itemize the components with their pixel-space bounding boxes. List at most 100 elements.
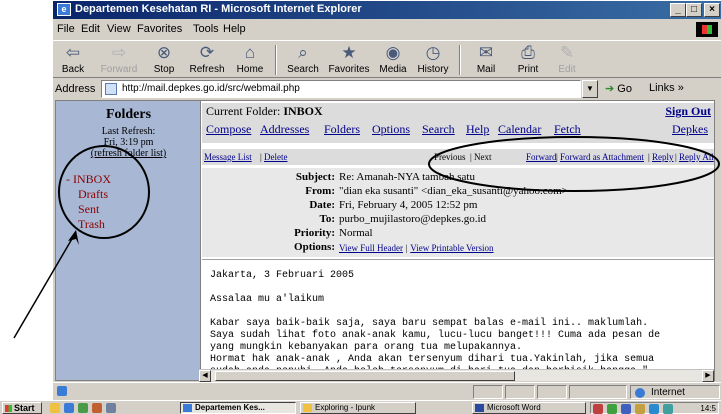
subject-value: Re: Amanah-NYA tambah satu [339,171,475,183]
nav-depkes[interactable]: Depkes [672,122,708,137]
menu-file[interactable]: File [57,23,75,35]
to-value: purbo_mujilastoro@depkes.go.id [339,213,487,225]
nav-search[interactable]: Search [422,122,455,137]
menu-help[interactable]: Help [223,23,246,35]
window-title: Departemen Kesehatan RI - Microsoft Inte… [75,3,362,15]
folder-trash[interactable]: Trash [78,217,105,232]
last-refresh-label: Last Refresh: [101,126,156,137]
globe-icon [635,388,645,398]
tray-icon[interactable] [621,404,631,414]
delete-link[interactable]: Delete [264,152,287,162]
history-button[interactable]: ◷ History [413,43,453,75]
forward-button[interactable]: ⇨ Forward [99,43,139,75]
stop-button[interactable]: ⊗ Stop [149,43,179,75]
body-line: Assalaa mu a'laikum [210,294,325,305]
folder-sidebar: Folders Last Refresh: Fri, 3:19 pm (refr… [56,101,201,380]
scroll-left-icon[interactable]: ◀ [199,370,211,382]
forward-attachment-link[interactable]: Forward as Attachment [560,152,644,162]
to-label: To: [319,213,336,225]
mail-button[interactable]: ✉ Mail [469,43,503,75]
quicklaunch-ie-icon[interactable] [64,403,74,413]
quicklaunch-desktop-icon[interactable] [50,403,60,413]
tray-icon[interactable] [593,404,603,414]
address-dropdown-icon[interactable]: ▼ [582,80,598,98]
quicklaunch-app-icon[interactable] [106,403,116,413]
folder-drafts[interactable]: Drafts [78,187,108,202]
tray-icon[interactable] [635,404,645,414]
address-input[interactable]: http://mail.depkes.go.id/src/webmail.php [101,80,581,98]
refresh-button[interactable]: ⟳ Refresh [187,43,227,75]
folder-inbox[interactable]: - INBOX [66,172,111,187]
message-frame: Current Folder: INBOX Sign Out Compose A… [202,101,714,380]
reply-link[interactable]: Reply [652,152,674,162]
menu-tools[interactable]: Tools [193,23,219,35]
media-button[interactable]: ◉ Media [377,43,409,75]
taskbar: Start Departemen Kes... Exploring - Ipun… [0,400,721,414]
print-button[interactable]: ⎙ Print [513,43,543,75]
start-button[interactable]: Start [2,402,42,414]
edit-button[interactable]: ✎ Edit [553,43,581,75]
title-bar[interactable]: e Departemen Kesehatan RI - Microsoft In… [53,1,721,19]
folder-header: Current Folder: INBOX Sign Out Compose A… [202,103,714,143]
message-headers: Subject: Re: Amanah-NYA tambah satu From… [202,167,714,257]
menu-view[interactable]: View [107,23,131,35]
menu-edit[interactable]: Edit [81,23,100,35]
nav-options[interactable]: Options [372,122,410,137]
security-zone: Internet [630,385,720,399]
address-url: http://mail.depkes.go.id/src/webmail.php [122,83,300,94]
address-bar: Address http://mail.depkes.go.id/src/web… [53,79,721,99]
task-exploring[interactable]: Exploring - Ipunk [300,402,416,414]
nav-compose[interactable]: Compose [206,122,251,137]
toolbar: ⇦ Back ⇨ Forward ⊗ Stop ⟳ Refresh ⌂ Home ⌕ Sea… [53,40,721,78]
windows-logo-icon [696,22,718,37]
view-full-header-link[interactable]: View Full Header [339,243,403,253]
view-printable-link[interactable]: View Printable Version [410,243,493,253]
priority-label: Priority: [294,227,335,239]
close-button[interactable]: × [704,3,720,17]
nav-folders[interactable]: Folders [324,122,360,137]
favorites-button[interactable]: ★ Favorites [325,43,373,75]
nav-addresses[interactable]: Addresses [260,122,309,137]
maximize-button[interactable]: □ [686,3,702,17]
current-folder: Current Folder: INBOX [206,104,323,118]
status-ie-icon [57,386,67,396]
forward-link[interactable]: Forward [526,152,557,162]
tray-icon[interactable] [607,404,617,414]
task-departemen[interactable]: Departemen Kes... [180,402,296,414]
scroll-thumb[interactable] [215,371,515,381]
message-list-link[interactable]: Message List [204,152,252,162]
nav-fetch[interactable]: Fetch [554,122,581,137]
reply-all-link[interactable]: Reply All [679,152,714,162]
print-icon: ⎙ [521,43,535,62]
nav-calendar[interactable]: Calendar [498,122,541,137]
tray-icon[interactable] [663,404,673,414]
sign-out-link[interactable]: Sign Out [665,104,711,119]
menu-favorites[interactable]: Favorites [137,23,182,35]
folders-heading: Folders [105,107,152,122]
links-button[interactable]: Links » [649,82,684,94]
date-value: Fri, February 4, 2005 12:52 pm [339,199,478,211]
quicklaunch-media-icon[interactable] [92,403,102,413]
search-button[interactable]: ⌕ Search [283,43,323,75]
date-label: Date: [309,199,335,211]
back-button[interactable]: ⇦ Back [57,43,89,75]
minimize-button[interactable]: _ [670,3,686,17]
tray-icon[interactable] [649,404,659,414]
task-word[interactable]: Microsoft Word [472,402,586,414]
horizontal-scrollbar[interactable]: ◀ ▶ [199,369,714,382]
clock: 14:5 [700,404,716,413]
browser-window: e Departemen Kesehatan RI - Microsoft In… [52,0,721,400]
options-label: Options: [294,241,335,253]
folder-sent[interactable]: Sent [78,202,99,217]
ie-task-icon [183,404,192,412]
scroll-right-icon[interactable]: ▶ [702,370,714,382]
previous-label: Previous [434,152,466,162]
from-value: "dian eka susanti" <dian_eka_susanti@yah… [339,185,568,197]
go-button[interactable]: ➔ Go [605,82,632,95]
refresh-folder-link[interactable]: (refresh folder list) [56,148,201,159]
home-button[interactable]: ⌂ Home [233,43,267,75]
body-line: Jakarta, 3 Februari 2005 [210,270,355,281]
status-bar: Internet [53,382,721,400]
quicklaunch-outlook-icon[interactable] [78,403,88,413]
nav-help[interactable]: Help [466,122,489,137]
